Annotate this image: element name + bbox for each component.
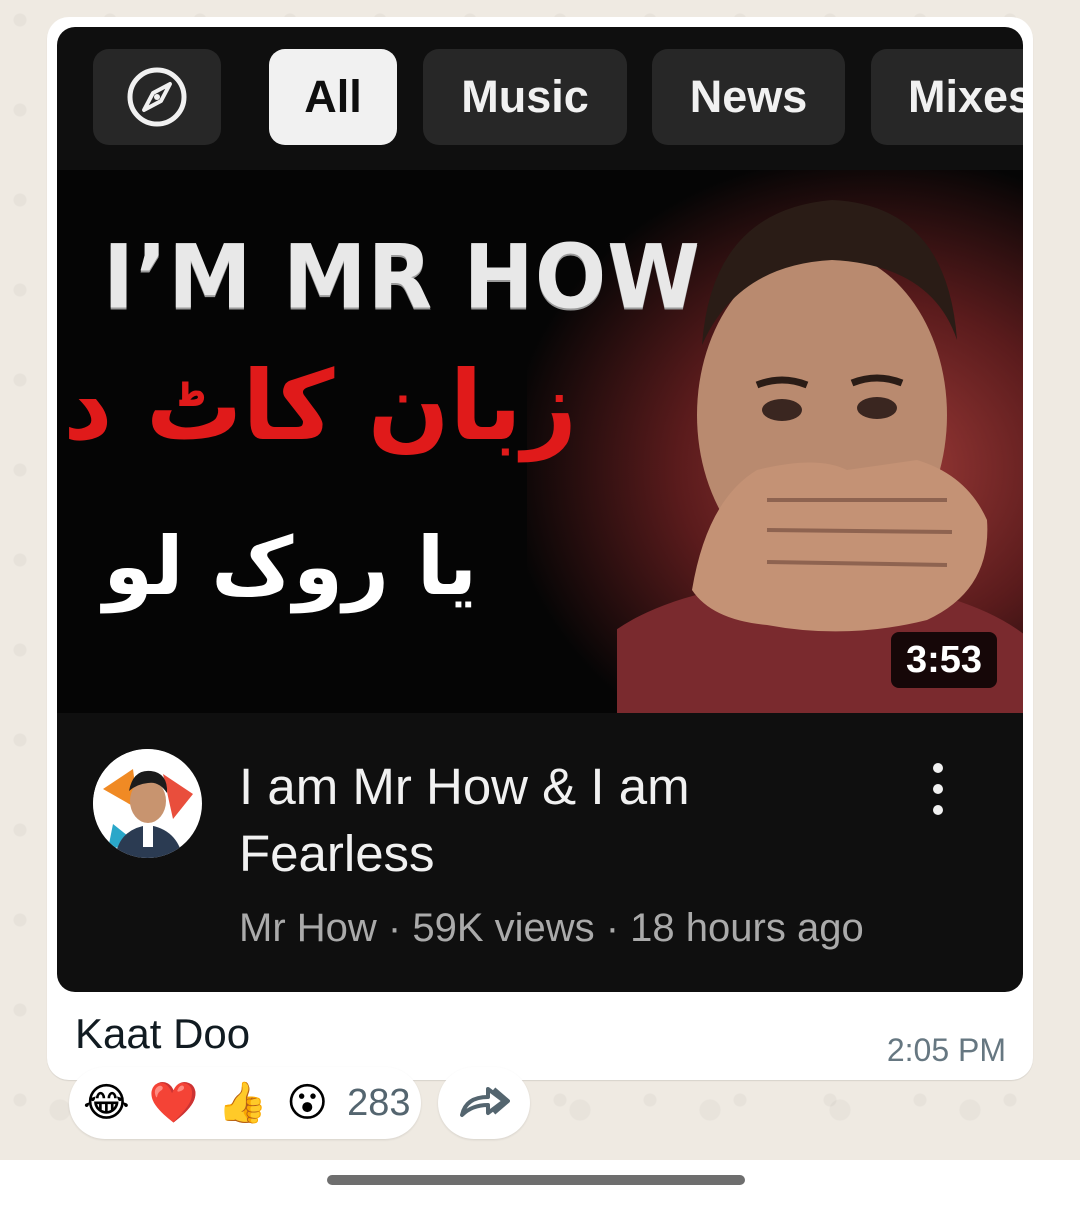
reaction-surprised: 😮 [286,1081,329,1125]
video-duration-badge: 3:53 [891,632,997,688]
channel-avatar-illustration [93,749,201,858]
video-title[interactable]: I am Mr How & I am Fearless [239,753,799,887]
link-preview-screenshot[interactable]: All Music News Mixes I’M MR HOW زبان کاٹ… [57,27,1023,992]
reaction-laughing: 😂 [83,1081,130,1125]
reaction-count: 283 [347,1081,411,1124]
forward-button[interactable] [438,1067,530,1139]
video-metadata: Mr How · 59K views · 18 hours ago [239,906,864,950]
chip-music[interactable]: Music [423,49,627,145]
video-info: I am Mr How & I am Fearless Mr How · 59K… [57,713,1023,992]
channel-avatar[interactable] [93,749,202,858]
chip-news[interactable]: News [652,49,845,145]
more-vertical-icon[interactable] [917,757,959,821]
reactions-pill[interactable]: 😂 ❤️ 👍 😮 283 [69,1067,421,1139]
message-caption: Kaat Doo [75,1010,251,1057]
reaction-thumbs-up: 👍 [217,1081,268,1125]
thumbnail-urdu-red-text: زبان کاٹ دو [57,350,577,462]
thumbnail-headline: I’M MR HOW [103,225,701,329]
home-indicator[interactable] [327,1175,745,1185]
compass-icon [127,67,187,127]
message-timestamp: 2:05 PM [886,1032,1006,1068]
chip-bar: All Music News Mixes [57,27,1023,170]
video-thumbnail[interactable]: I’M MR HOW زبان کاٹ دو یا روک لو 3:53 [57,170,1023,713]
chip-all[interactable]: All [269,49,397,145]
thumbnail-urdu-white-text: یا روک لو [103,520,477,613]
chip-mixes[interactable]: Mixes [871,49,1023,145]
explore-chip[interactable] [93,49,221,145]
forward-icon [460,1087,510,1117]
reaction-heart: ❤️ [148,1081,199,1125]
